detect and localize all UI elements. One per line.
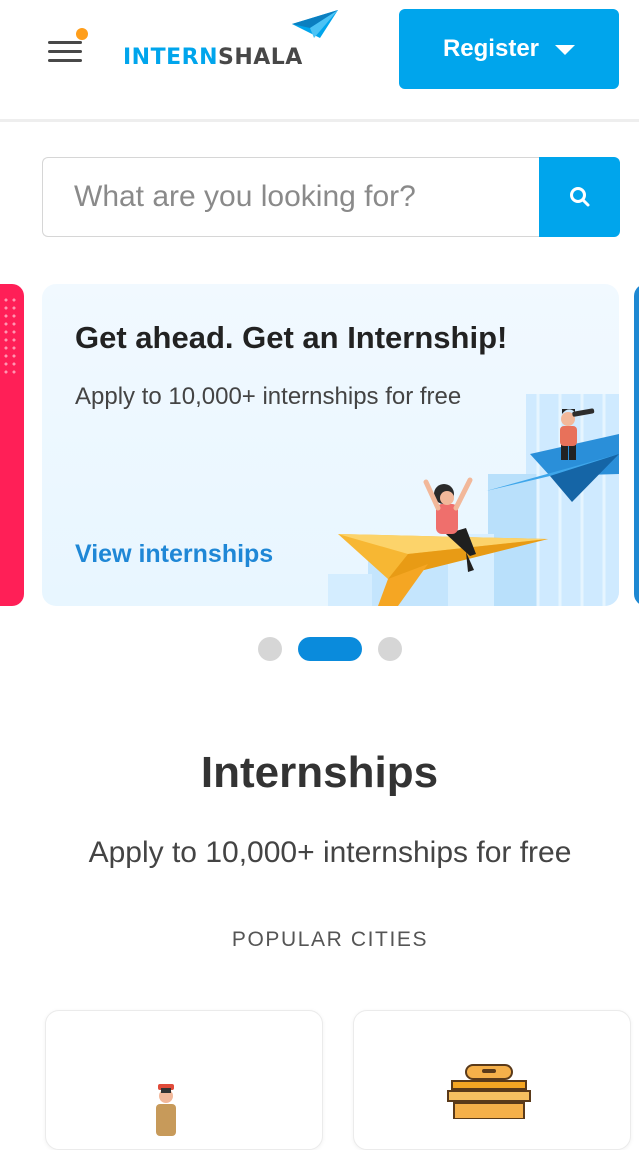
notification-dot-icon (76, 28, 88, 40)
logo-text-shala: SHALA (218, 45, 303, 70)
internshala-logo[interactable]: INTERNSHALA (123, 40, 303, 76)
carousel-indicators (258, 637, 408, 661)
popular-cities-heading: POPULAR CITIES (231, 928, 429, 951)
hamburger-line (48, 41, 82, 44)
hamburger-line (48, 50, 82, 53)
logo-text-intern: INTERN (123, 45, 218, 70)
hamburger-line (48, 59, 82, 62)
search-input[interactable] (42, 157, 540, 237)
carousel-dot[interactable] (378, 637, 402, 661)
view-internships-link[interactable]: View internships (75, 540, 273, 569)
city-card[interactable] (45, 1010, 323, 1150)
section-subtitle: Apply to 10,000+ internships for free (88, 836, 572, 869)
register-button[interactable]: Register (399, 9, 619, 89)
caret-down-icon (555, 45, 576, 55)
carousel-dot-active[interactable] (298, 637, 362, 661)
promo-carousel[interactable]: Get ahead. Get an Internship! Apply to 1… (0, 284, 639, 606)
city-landmark-icon (156, 1084, 176, 1136)
search-bar (42, 157, 620, 237)
carousel-dot[interactable] (258, 637, 282, 661)
city-landmark-icon (447, 1064, 531, 1119)
hamburger-menu-button[interactable] (48, 28, 88, 67)
section-title: Internships (200, 748, 439, 797)
next-slide-card[interactable] (634, 284, 639, 606)
register-label: Register (442, 35, 540, 62)
search-icon (569, 187, 589, 207)
dot-pattern-decoration (2, 296, 18, 376)
previous-slide-card[interactable] (0, 284, 24, 606)
paper-plane-illustration-icon (328, 394, 619, 606)
paper-plane-logo-icon (292, 10, 338, 38)
promo-card[interactable]: Get ahead. Get an Internship! Apply to 1… (42, 284, 619, 606)
top-header: INTERNSHALA Register (0, 0, 639, 122)
search-button[interactable] (539, 157, 620, 237)
promo-title: Get ahead. Get an Internship! (75, 320, 508, 355)
city-card[interactable] (353, 1010, 631, 1150)
